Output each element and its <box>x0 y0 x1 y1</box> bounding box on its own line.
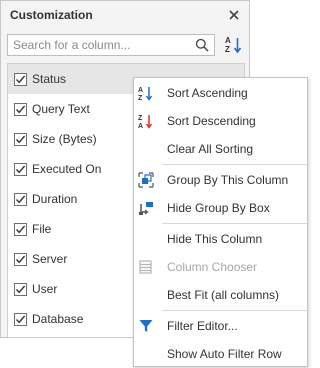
checkmark-icon <box>15 255 26 263</box>
search-input[interactable] <box>13 38 194 52</box>
column-label: User <box>32 282 58 296</box>
svg-text:A: A <box>138 87 143 94</box>
checkmark-icon <box>15 75 26 83</box>
column-checkbox[interactable] <box>14 162 27 176</box>
panel-header: Customization <box>1 1 249 29</box>
column-checkbox[interactable] <box>14 102 27 116</box>
column-checkbox[interactable] <box>14 312 27 326</box>
column-checkbox[interactable] <box>14 252 27 266</box>
menu-item-group-by-column[interactable]: Group By This Column <box>134 166 307 194</box>
search-row: A Z <box>7 34 245 56</box>
menu-item-label: Filter Editor... <box>167 319 238 333</box>
column-checkbox[interactable] <box>14 222 27 236</box>
svg-text:Z: Z <box>138 95 143 101</box>
sort-descending-icon: Z A <box>138 113 154 129</box>
checkmark-icon <box>15 225 26 233</box>
column-context-menu: A Z Sort Ascending Z A Sort Descending C… <box>133 77 308 367</box>
menu-item-label: Sort Descending <box>167 114 256 128</box>
column-checkbox[interactable] <box>14 72 27 86</box>
menu-item-label: Hide Group By Box <box>167 201 270 215</box>
menu-item-sort-ascending[interactable]: A Z Sort Ascending <box>134 79 307 107</box>
svg-text:A: A <box>225 36 231 45</box>
menu-item-label: Sort Ascending <box>167 86 248 100</box>
panel-title: Customization <box>10 8 93 22</box>
column-label: Size (Bytes) <box>32 132 97 146</box>
menu-item-sort-descending[interactable]: Z A Sort Descending <box>134 107 307 135</box>
menu-item-label: Group By This Column <box>167 173 289 187</box>
sort-ascending-icon: A Z <box>138 85 154 101</box>
menu-item-label: Hide This Column <box>167 232 263 246</box>
column-label: Query Text <box>32 102 90 116</box>
column-label: Server <box>32 252 68 266</box>
sort-az-icon: A Z <box>225 36 242 54</box>
menu-item-label: Best Fit (all columns) <box>167 288 280 302</box>
column-checkbox[interactable] <box>14 282 27 296</box>
menu-item-hide-group-box[interactable]: Hide Group By Box <box>134 194 307 222</box>
menu-item-hide-column[interactable]: Hide This Column <box>134 225 307 253</box>
svg-text:Z: Z <box>138 115 143 122</box>
checkmark-icon <box>15 105 26 113</box>
column-chooser-icon <box>138 259 154 275</box>
menu-item-auto-filter-row[interactable]: Show Auto Filter Row <box>134 340 307 368</box>
menu-item-label: Clear All Sorting <box>167 142 254 156</box>
sort-columns-button[interactable]: A Z <box>223 34 245 56</box>
checkmark-icon <box>15 315 26 323</box>
column-label: Executed On <box>32 162 102 176</box>
menu-separator <box>162 164 307 165</box>
menu-item-label: Show Auto Filter Row <box>167 347 282 361</box>
hide-group-box-icon <box>138 200 154 216</box>
column-label: Duration <box>32 192 78 206</box>
menu-separator <box>162 223 307 224</box>
menu-item-filter-editor[interactable]: Filter Editor... <box>134 312 307 340</box>
column-checkbox[interactable] <box>14 192 27 206</box>
checkmark-icon <box>15 165 26 173</box>
column-label: Database <box>32 312 84 326</box>
menu-item-label: Column Chooser <box>167 260 258 274</box>
column-label: Status <box>32 72 67 86</box>
svg-text:Z: Z <box>225 45 230 54</box>
close-button[interactable] <box>227 8 241 22</box>
checkmark-icon <box>15 285 26 293</box>
column-label: File <box>32 222 52 236</box>
svg-text:A: A <box>138 123 143 129</box>
column-checkbox[interactable] <box>14 132 27 146</box>
checkmark-icon <box>15 135 26 143</box>
close-icon <box>229 10 239 20</box>
filter-icon <box>138 318 154 334</box>
checkmark-icon <box>15 195 26 203</box>
group-by-column-icon <box>138 172 154 188</box>
menu-item-best-fit[interactable]: Best Fit (all columns) <box>134 281 307 309</box>
menu-item-clear-sorting[interactable]: Clear All Sorting <box>134 135 307 163</box>
search-box[interactable] <box>7 34 215 56</box>
search-icon[interactable] <box>194 37 210 53</box>
menu-separator <box>162 310 307 311</box>
menu-item-column-chooser[interactable]: Column Chooser <box>134 253 307 281</box>
